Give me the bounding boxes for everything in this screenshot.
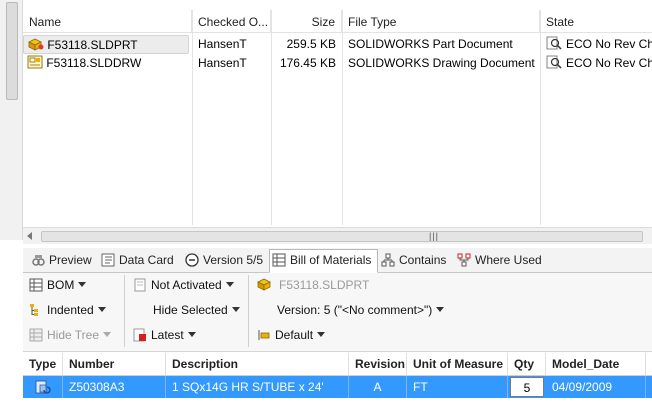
tab-bill-of-materials[interactable]: Bill of Materials <box>269 249 379 273</box>
bom-dropdown[interactable]: BOM <box>29 275 87 295</box>
bom-grid: Type Number Description Revision Unit of… <box>23 353 652 419</box>
drawing-file-icon <box>27 55 43 69</box>
data-card-icon <box>101 253 115 267</box>
hide-tree-icon <box>29 328 43 342</box>
column-header-number[interactable]: Number <box>63 353 166 375</box>
latest-version-icon <box>133 328 146 342</box>
preview-icon <box>32 255 45 266</box>
file-list-vertical-scrollbar[interactable] <box>0 0 23 240</box>
bom-type-cell <box>23 376 63 398</box>
scrollbar-grip-icon: ||| <box>429 231 440 241</box>
column-header-description[interactable]: Description <box>166 353 349 375</box>
bom-revision-cell: A <box>349 376 407 398</box>
bom-unit-cell: FT <box>407 376 508 398</box>
file-type-cell: SOLIDWORKS Drawing Document <box>348 56 535 70</box>
checked-out-cell: HansenT <box>198 56 247 70</box>
indented-dropdown[interactable]: Indented <box>29 300 106 320</box>
document-icon <box>134 278 146 292</box>
file-list-header: Name Checked O... Size File Type State <box>23 10 652 33</box>
where-used-icon <box>457 253 471 267</box>
vertical-scrollbar-thumb[interactable] <box>6 2 18 100</box>
bom-icon <box>272 253 286 267</box>
configuration-icon <box>258 330 270 340</box>
file-list-horizontal-scrollbar[interactable]: ||| <box>23 227 652 244</box>
not-activated-dropdown[interactable]: Not Activated <box>133 275 234 295</box>
bom-row[interactable]: Z50308A3 1 SQx14G HR S/TUBE x 24' A FT 5… <box>23 376 652 398</box>
bom-qty-field[interactable]: 5 <box>510 377 544 397</box>
column-header-unit-of-measure[interactable]: Unit of Measure <box>407 353 508 375</box>
version-dropdown[interactable]: Version: 5 ("<No comment>") <box>277 300 445 320</box>
file-list: Name Checked O... Size File Type State F… <box>23 10 652 225</box>
bom-grid-header: Type Number Description Revision Unit of… <box>23 353 652 376</box>
column-header-model-date[interactable]: Model_Date <box>546 353 646 375</box>
latest-dropdown[interactable]: Latest <box>133 325 196 345</box>
workflow-state-icon <box>546 55 562 69</box>
bom-icon <box>29 278 43 292</box>
horizontal-scrollbar-thumb[interactable] <box>41 231 643 242</box>
size-cell: 259.5 KB <box>286 37 336 51</box>
column-header-revision[interactable]: Revision <box>349 353 407 375</box>
column-header-name[interactable]: Name <box>23 10 192 32</box>
tab-data-card[interactable]: Data Card <box>99 250 180 271</box>
bom-description-cell: 1 SQx14G HR S/TUBE x 24' <box>166 376 349 398</box>
file-name: F53118.SLDPRT <box>47 38 138 52</box>
file-name-cell[interactable]: F53118.SLDPRT <box>23 35 189 54</box>
hide-tree-dropdown[interactable]: Hide Tree <box>29 325 112 345</box>
file-type-cell: SOLIDWORKS Part Document <box>348 37 513 51</box>
bom-model-date-cell: 04/09/2009 <box>546 376 646 398</box>
hide-selected-dropdown[interactable]: Hide Selected <box>153 300 240 320</box>
state-cell: ECO No Rev Cha <box>540 54 652 73</box>
assembly-type-icon <box>35 380 51 394</box>
part-file-icon <box>28 38 44 51</box>
file-name: F53118.SLDDRW <box>46 56 142 70</box>
bom-toolbar: BOM Indented Hide Tree Not Activated Hid… <box>23 273 652 352</box>
detail-tab-bar: Preview Data Card Version 5/5 Bill of Ma… <box>23 248 652 273</box>
file-row[interactable]: F53118.SLDPRT HansenT 259.5 KB SOLIDWORK… <box>23 35 652 54</box>
tab-preview[interactable]: Preview <box>29 250 98 271</box>
scroll-left-icon[interactable] <box>27 232 33 240</box>
tab-version[interactable]: Version 5/5 <box>183 250 269 271</box>
workflow-state-icon <box>546 36 562 50</box>
column-header-qty[interactable]: Qty <box>508 353 546 375</box>
bom-file-label: F53118.SLDPRT <box>257 275 369 295</box>
contains-icon <box>381 253 395 267</box>
file-row[interactable]: F53118.SLDDRW HansenT 176.45 KB SOLIDWOR… <box>23 54 652 73</box>
bom-number-cell: Z50308A3 <box>63 376 166 398</box>
file-name-cell[interactable]: F53118.SLDDRW <box>23 54 189 73</box>
column-header-file-type[interactable]: File Type <box>342 10 540 32</box>
part-file-icon <box>257 278 271 291</box>
tab-contains[interactable]: Contains <box>379 250 452 271</box>
column-header-size[interactable]: Size <box>271 10 342 32</box>
configuration-dropdown[interactable]: Default <box>257 325 326 345</box>
checked-out-cell: HansenT <box>198 37 247 51</box>
state-cell: ECO No Rev Cha <box>540 35 652 54</box>
tab-where-used[interactable]: Where Used <box>455 250 548 271</box>
column-header-type[interactable]: Type <box>23 353 63 375</box>
size-cell: 176.45 KB <box>279 56 336 70</box>
version-icon <box>185 253 199 267</box>
indented-icon <box>30 304 38 316</box>
column-header-state[interactable]: State <box>540 10 652 32</box>
column-header-checked-out[interactable]: Checked O... <box>192 10 271 32</box>
